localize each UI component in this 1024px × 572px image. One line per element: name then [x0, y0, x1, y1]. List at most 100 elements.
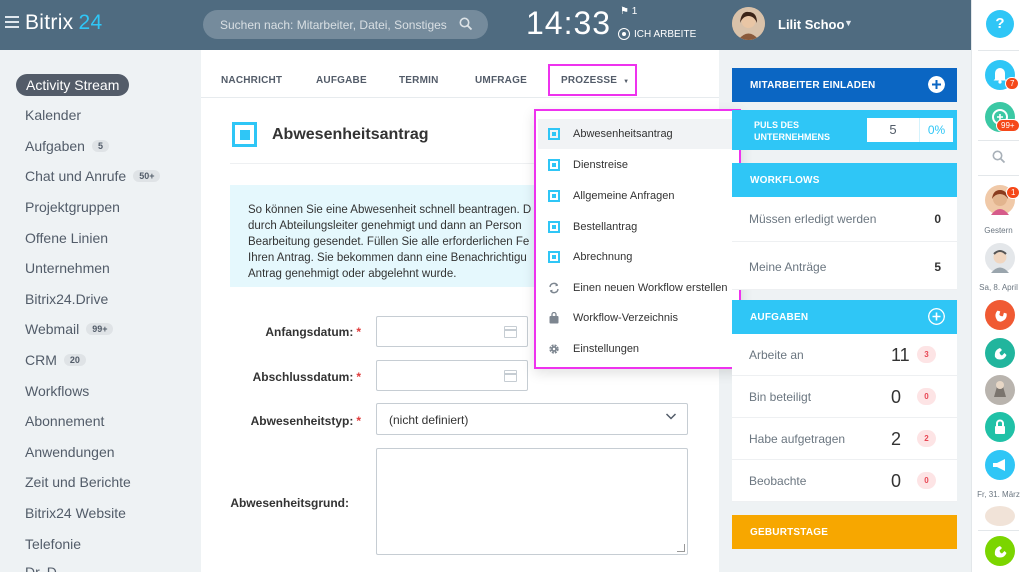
workflow-row[interactable]: Meine Anträge 5 — [732, 242, 957, 290]
info-text: So können Sie eine Abwesenheit schnell b… — [248, 204, 532, 280]
search-input[interactable]: Suchen nach: Mitarbeiter, Datei, Sonstig… — [203, 10, 488, 39]
task-row[interactable]: Habe aufgetragen 2 2 — [732, 418, 957, 460]
call-contact-icon[interactable] — [985, 300, 1015, 330]
menu-icon[interactable] — [5, 16, 19, 28]
flag-icon: ⚑ — [620, 6, 629, 17]
start-date-field[interactable] — [376, 316, 528, 347]
sidebar-counter: 20 — [63, 354, 86, 366]
plus-icon[interactable] — [928, 76, 945, 93]
task-row[interactable]: Beobachte 0 0 — [732, 460, 957, 502]
absence-type-value: (nicht definiert) — [389, 413, 469, 427]
contact-avatar[interactable] — [985, 243, 1015, 273]
sidebar-item-aufgaben[interactable]: Aufgaben 5 — [25, 138, 109, 154]
absence-reason-label: Abwesenheitsgrund: — [230, 496, 349, 510]
end-date-label: Abschlussdatum: * — [252, 370, 361, 384]
resize-handle[interactable] — [677, 544, 685, 552]
process-icon — [548, 221, 560, 233]
absence-reason-textarea[interactable] — [376, 448, 688, 555]
sidebar-item-telefonie[interactable]: Telefonie — [25, 536, 81, 552]
absence-type-label: Abwesenheitstyp: * — [250, 414, 361, 428]
tab-nachricht[interactable]: NACHRICHT — [221, 75, 282, 86]
sidebar-item-more[interactable]: Dr. D. — [25, 564, 61, 572]
pulse-widget[interactable]: PULS DES UNTERNEHMENS 5 0% — [732, 110, 957, 150]
chevron-down-icon[interactable]: ▼ — [844, 18, 853, 28]
sidebar-item-unternehmen[interactable]: Unternehmen — [25, 260, 110, 276]
end-date-field[interactable] — [376, 360, 528, 391]
tab-bar: NACHRICHT AUFGABE TERMIN UMFRAGE PROZESS… — [201, 50, 719, 98]
invite-widget[interactable]: MITARBEITER EINLADEN — [732, 68, 957, 102]
contact-avatar[interactable] — [985, 506, 1015, 526]
process-icon — [548, 190, 560, 202]
sidebar-item-workflows[interactable]: Workflows — [25, 383, 89, 399]
megaphone-icon[interactable] — [985, 450, 1015, 480]
user-name[interactable]: Lilit Schoo — [778, 17, 844, 32]
pulse-value: 5 — [867, 118, 920, 142]
lock-icon[interactable] — [985, 412, 1015, 442]
phone-icon[interactable] — [985, 338, 1015, 368]
search-icon[interactable] — [992, 150, 1006, 164]
date-label: Gestern — [984, 226, 1013, 235]
notifications-badge: 7 — [1005, 77, 1020, 90]
menu-item-bestellantrag[interactable]: Bestellantrag — [538, 212, 737, 242]
gear-icon — [549, 344, 559, 354]
task-row[interactable]: Bin beteiligt 0 0 — [732, 376, 957, 418]
sidebar-counter: 5 — [91, 140, 109, 152]
menu-item-settings[interactable]: Einstellungen — [538, 334, 737, 364]
logo[interactable]: Bitrix 24 — [25, 11, 102, 35]
help-icon[interactable]: ? — [986, 10, 1014, 38]
tab-highlight — [548, 64, 637, 96]
search-icon[interactable] — [459, 17, 473, 31]
avatar[interactable] — [732, 7, 765, 40]
sidebar-item-anwendungen[interactable]: Anwendungen — [25, 444, 115, 460]
menu-item-abwesenheitsantrag[interactable]: Abwesenheitsantrag — [538, 119, 737, 149]
search-placeholder: Suchen nach: Mitarbeiter, Datei, Sonstig… — [220, 18, 447, 32]
sidebar-item-crm[interactable]: CRM 20 — [25, 352, 86, 368]
task-row[interactable]: Arbeite an 11 3 — [732, 334, 957, 376]
process-icon — [232, 122, 257, 147]
date-label: Fr, 31. März — [977, 490, 1020, 499]
sidebar-item-zeit-berichte[interactable]: Zeit und Berichte — [25, 474, 131, 490]
sidebar-item-kalender[interactable]: Kalender — [25, 107, 81, 123]
start-date-label: Anfangsdatum: * — [265, 325, 361, 339]
absence-type-select[interactable]: (nicht definiert) — [376, 403, 688, 435]
sidebar-item-projektgruppen[interactable]: Projektgruppen — [25, 199, 120, 215]
top-header: Bitrix 24 Suchen nach: Mitarbeiter, Datei… — [0, 0, 971, 50]
sidebar-item-abonnement[interactable]: Abonnement — [25, 413, 104, 429]
sidebar-item-offene-linien[interactable]: Offene Linien — [25, 230, 108, 246]
divider — [978, 175, 1019, 176]
calendar-icon[interactable] — [504, 326, 517, 338]
tab-umfrage[interactable]: UMFRAGE — [475, 75, 527, 86]
menu-item-workflow-directory[interactable]: Workflow-Verzeichnis — [538, 303, 737, 333]
tab-aufgabe[interactable]: AUFGABE — [316, 75, 367, 86]
chevron-down-icon — [665, 410, 677, 425]
menu-item-allgemeine-anfragen[interactable]: Allgemeine Anfragen — [538, 181, 737, 211]
pulse-percent: 0% — [927, 123, 946, 137]
plus-circle-icon[interactable] — [928, 308, 945, 325]
sidebar-item-activity-stream[interactable]: Activity Stream — [16, 74, 130, 96]
tasks-widget-header[interactable]: AUFGABEN — [732, 300, 957, 334]
workflow-row[interactable]: Müssen erledigt werden 0 — [732, 197, 957, 242]
divider — [978, 530, 1019, 531]
menu-item-abrechnung[interactable]: Abrechnung — [538, 242, 737, 272]
flag-counter[interactable]: ⚑ 1 — [620, 6, 637, 17]
workflows-widget-header[interactable]: WORKFLOWS — [732, 163, 957, 197]
contact-avatar[interactable] — [985, 375, 1015, 405]
sidebar-counter: 50+ — [133, 170, 161, 182]
right-bar: ? 7 99+ 1 Gestern Sa, 8. April Fr, 31. M… — [971, 0, 1024, 572]
birthdays-widget-header[interactable]: GEBURTSTAGE — [732, 515, 957, 549]
calendar-icon[interactable] — [504, 370, 517, 382]
phone-call-icon[interactable] — [985, 536, 1015, 566]
sidebar-item-webmail[interactable]: Webmail 99+ — [25, 321, 114, 337]
sidebar-item-chat[interactable]: Chat und Anrufe 50+ — [25, 168, 161, 184]
menu-item-new-workflow[interactable]: Einen neuen Workflow erstellen — [538, 273, 737, 303]
sidebar-counter: 99+ — [86, 323, 114, 335]
date-label: Sa, 8. April — [979, 283, 1018, 292]
clock[interactable]: 14:33 — [526, 5, 611, 42]
tab-termin[interactable]: TERMIN — [399, 75, 439, 86]
page-title: Abwesenheitsantrag — [272, 126, 429, 143]
sidebar-item-website[interactable]: Bitrix24 Website — [25, 505, 126, 521]
work-status[interactable]: ICH ARBEITE — [618, 28, 696, 40]
contact-badge: 1 — [1006, 186, 1021, 199]
sidebar-item-drive[interactable]: Bitrix24.Drive — [25, 291, 108, 307]
menu-item-dienstreise[interactable]: Dienstreise — [538, 150, 737, 180]
